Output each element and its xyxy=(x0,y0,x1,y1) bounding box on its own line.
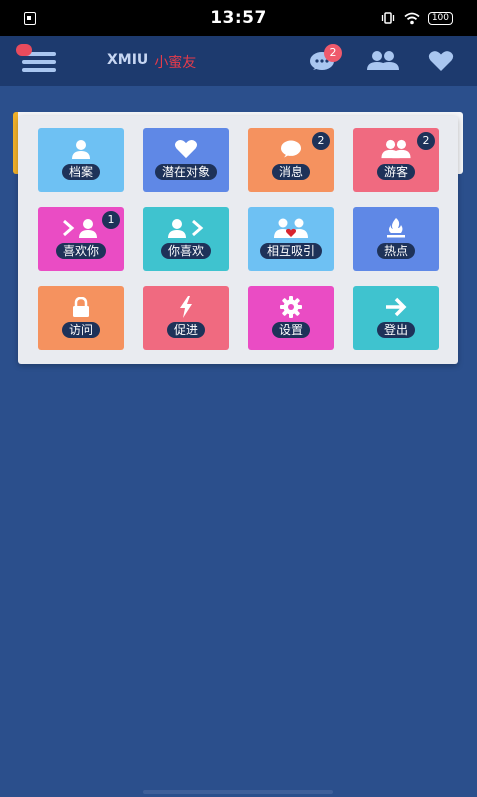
tile-profile[interactable]: 档案 xyxy=(38,128,124,192)
tile-label: 促进 xyxy=(166,322,205,338)
tile-label: 设置 xyxy=(271,322,310,338)
messages-button[interactable]: 2 xyxy=(309,44,342,78)
tile-likes-you[interactable]: 喜欢你 1 xyxy=(38,207,124,271)
fire-icon xyxy=(387,218,405,238)
friends-button[interactable] xyxy=(367,50,399,76)
users-icon xyxy=(381,139,411,159)
tile-visitors[interactable]: 游客 2 xyxy=(353,128,439,192)
menu-panel: 档案 潜在对象 消息 2 游客 2 喜欢你 1 你喜欢 相互吸引 热点 访问 促… xyxy=(18,116,458,364)
battery-indicator: 100 xyxy=(427,11,453,25)
tile-badge: 1 xyxy=(102,211,120,229)
arrow-right-icon xyxy=(386,297,407,317)
mutual-icon xyxy=(274,218,308,238)
tile-label: 游客 xyxy=(376,164,415,180)
tile-label: 相互吸引 xyxy=(259,243,322,259)
tile-label: 登出 xyxy=(376,322,415,338)
tile-label: 消息 xyxy=(271,164,310,180)
tile-potential-matches[interactable]: 潜在对象 xyxy=(143,128,229,192)
vibrate-icon xyxy=(381,12,394,24)
messages-badge: 2 xyxy=(324,44,342,62)
tile-mutual-attraction[interactable]: 相互吸引 xyxy=(248,207,334,271)
home-indicator[interactable] xyxy=(143,790,333,794)
tile-messages[interactable]: 消息 2 xyxy=(248,128,334,192)
gear-icon xyxy=(280,296,302,318)
chat-icon xyxy=(281,140,301,158)
wifi-icon xyxy=(404,12,420,24)
like-out-icon xyxy=(168,219,204,238)
tile-label: 你喜欢 xyxy=(160,243,211,259)
bolt-icon xyxy=(180,296,192,318)
tile-label: 喜欢你 xyxy=(55,243,106,259)
heart-icon xyxy=(428,51,454,71)
tile-boost[interactable]: 促进 xyxy=(143,286,229,350)
app-header: XMIU 小蜜友 2 xyxy=(0,36,477,86)
tile-label: 访问 xyxy=(61,322,100,338)
tile-logout[interactable]: 登出 xyxy=(353,286,439,350)
user-icon xyxy=(72,140,90,159)
sim-icon xyxy=(24,11,36,25)
lock-icon xyxy=(73,297,89,317)
app-logo: XMIU 小蜜友 xyxy=(107,52,197,71)
users-icon xyxy=(367,51,399,70)
tile-hot[interactable]: 热点 xyxy=(353,207,439,271)
tile-you-like[interactable]: 你喜欢 xyxy=(143,207,229,271)
heart-icon xyxy=(174,140,198,159)
tile-settings[interactable]: 设置 xyxy=(248,286,334,350)
like-in-icon xyxy=(63,219,97,238)
tile-label: 档案 xyxy=(61,164,100,180)
tile-label: 潜在对象 xyxy=(154,164,217,180)
status-time: 13:57 xyxy=(210,8,267,28)
tile-badge: 2 xyxy=(312,132,330,150)
favorites-button[interactable] xyxy=(428,50,454,76)
tile-label: 热点 xyxy=(376,243,415,259)
status-bar: 13:57 100 xyxy=(0,0,477,36)
tile-visits[interactable]: 访问 xyxy=(38,286,124,350)
notification-dot xyxy=(16,44,32,56)
tile-badge: 2 xyxy=(417,132,435,150)
hamburger-menu-button[interactable] xyxy=(16,44,58,74)
